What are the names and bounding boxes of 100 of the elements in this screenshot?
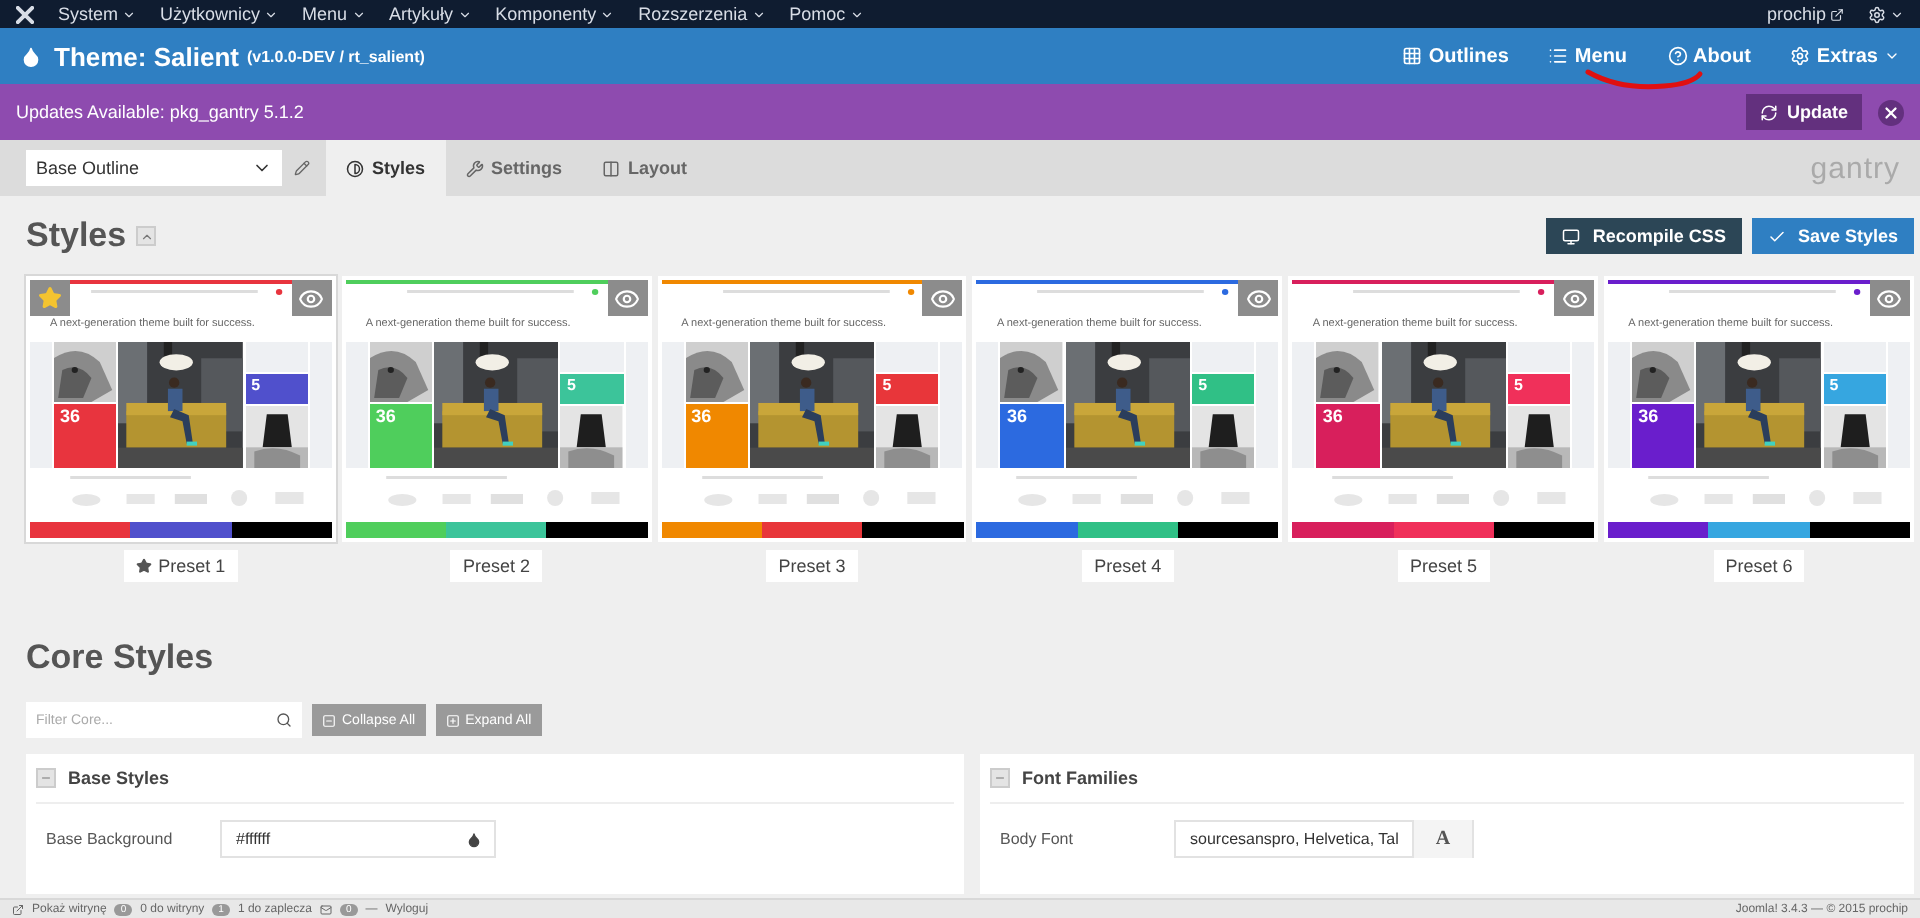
top-menu-item[interactable]: Pomoc bbox=[789, 4, 864, 24]
update-button[interactable]: Update bbox=[1746, 94, 1862, 130]
font-picker-button[interactable]: A bbox=[1412, 820, 1472, 858]
tab[interactable]: Layout bbox=[582, 140, 708, 196]
pencil-icon[interactable] bbox=[294, 160, 310, 176]
external-link-icon bbox=[1830, 7, 1844, 21]
update-message: Updates Available: pkg_gantry 5.1.2 bbox=[16, 102, 304, 122]
droplet-icon bbox=[466, 831, 482, 847]
stat-tile: 36 bbox=[1632, 404, 1695, 468]
collapse-button[interactable] bbox=[136, 226, 157, 246]
preset-button[interactable]: Preset 4 bbox=[1082, 550, 1174, 582]
collapse-button[interactable] bbox=[36, 768, 56, 788]
stat-tile: 5 bbox=[1192, 374, 1255, 404]
caret-icon bbox=[600, 7, 615, 21]
stat-tile: 36 bbox=[1316, 404, 1380, 468]
refresh-icon bbox=[1760, 103, 1779, 121]
outline-select[interactable]: Base Outline bbox=[26, 150, 282, 186]
stat-tile: 36 bbox=[685, 404, 748, 468]
settings-icon bbox=[1868, 5, 1886, 23]
help-icon bbox=[1667, 46, 1688, 66]
stat-tile: 5 bbox=[560, 374, 624, 404]
user-link[interactable]: prochip bbox=[1766, 4, 1844, 24]
preset-button[interactable]: Preset 3 bbox=[766, 550, 858, 582]
collapse-button[interactable] bbox=[990, 768, 1010, 788]
section-title: Styles bbox=[26, 216, 127, 256]
stat-tile: 5 bbox=[1823, 374, 1886, 404]
caret-icon bbox=[264, 7, 279, 21]
tab[interactable]: Settings bbox=[445, 140, 583, 196]
stat-tile: 5 bbox=[245, 374, 308, 404]
top-menu-item[interactable]: Menu bbox=[302, 4, 366, 24]
settings-icon bbox=[1790, 46, 1811, 66]
preview-eye-icon[interactable] bbox=[607, 280, 648, 316]
top-menu-item[interactable]: Komponenty bbox=[495, 4, 615, 24]
check-icon bbox=[1767, 227, 1786, 245]
stat-tile: 36 bbox=[54, 404, 117, 468]
monitor-icon bbox=[1562, 227, 1581, 245]
minus-icon bbox=[994, 772, 1006, 784]
font-field[interactable]: sourcesanspro, Helvetica, Tal A bbox=[1174, 820, 1474, 858]
droplet-icon bbox=[20, 45, 42, 67]
field-label: Body Font bbox=[1000, 830, 1075, 848]
search-icon bbox=[276, 712, 292, 728]
wrench-icon bbox=[465, 159, 484, 177]
tile-grid bbox=[30, 342, 52, 468]
external-link-icon bbox=[12, 903, 24, 915]
tile-grid bbox=[1292, 342, 1315, 468]
preset-button[interactable]: Preset 1 bbox=[124, 550, 238, 582]
close-icon bbox=[1882, 103, 1900, 121]
color-field[interactable]: #ffffff bbox=[220, 820, 496, 858]
preview-eye-icon[interactable] bbox=[1554, 280, 1595, 316]
panel-title: Font Families bbox=[1022, 768, 1139, 788]
tab[interactable]: Styles bbox=[326, 140, 446, 196]
caret-icon bbox=[849, 7, 864, 21]
top-menu-item[interactable]: System bbox=[58, 4, 137, 24]
panel-title: Base Styles bbox=[68, 768, 170, 788]
settings-menu-button[interactable] bbox=[1868, 5, 1904, 23]
stat-tile: 36 bbox=[1000, 404, 1064, 468]
stat-tile: 5 bbox=[876, 374, 939, 404]
minus-icon bbox=[40, 772, 52, 784]
preview-eye-icon[interactable] bbox=[922, 280, 963, 316]
grid-icon bbox=[1402, 46, 1423, 66]
action-button[interactable]: Recompile CSS bbox=[1546, 218, 1742, 254]
joomla-logo-icon[interactable] bbox=[16, 5, 34, 23]
tile-grid bbox=[661, 342, 684, 468]
header-nav-link[interactable]: About bbox=[1667, 45, 1751, 67]
tile-grid bbox=[345, 342, 368, 468]
plus-square-icon bbox=[445, 713, 460, 727]
caret-icon bbox=[1884, 48, 1900, 64]
caret-icon bbox=[751, 7, 766, 21]
annotation-mark bbox=[1584, 66, 1708, 94]
tile-grid bbox=[1608, 342, 1631, 468]
header-nav-link[interactable]: Menu bbox=[1548, 45, 1628, 67]
field-label: Base Background bbox=[46, 830, 175, 848]
top-menu-item[interactable]: Artykuły bbox=[389, 4, 472, 24]
top-menu-item[interactable]: Użytkownicy bbox=[160, 4, 279, 24]
stat-tile: 36 bbox=[369, 404, 433, 468]
preset-button[interactable]: Preset 5 bbox=[1397, 550, 1489, 582]
chevron-icon bbox=[139, 229, 154, 243]
tile-grid bbox=[976, 342, 999, 468]
preview-eye-icon[interactable] bbox=[1238, 280, 1279, 316]
caret-icon bbox=[351, 7, 366, 21]
theme-version: (v1.0.0-DEV / rt_salient) bbox=[246, 47, 425, 65]
header-nav-link[interactable]: Outlines bbox=[1402, 45, 1509, 67]
preview-eye-icon[interactable] bbox=[291, 280, 332, 316]
preset-button[interactable]: Preset 6 bbox=[1713, 550, 1805, 582]
star-icon bbox=[136, 558, 153, 574]
close-button[interactable] bbox=[1878, 99, 1904, 125]
caret-icon bbox=[122, 7, 137, 21]
top-menu-item[interactable]: Rozszerzenia bbox=[638, 4, 766, 24]
stat-tile: 5 bbox=[1507, 374, 1571, 404]
preview-eye-icon[interactable] bbox=[1869, 280, 1910, 316]
list-icon bbox=[1548, 46, 1569, 66]
layout-icon bbox=[602, 159, 621, 177]
caret-icon bbox=[457, 7, 472, 21]
mail-icon bbox=[319, 903, 332, 915]
action-button[interactable]: Save Styles bbox=[1751, 218, 1914, 254]
header-nav-link[interactable]: Extras bbox=[1790, 45, 1900, 67]
page-title: Theme: Salient bbox=[54, 41, 239, 71]
caret-icon bbox=[1890, 7, 1904, 21]
preset-button[interactable]: Preset 2 bbox=[450, 550, 542, 582]
section-title: Core Styles bbox=[26, 638, 214, 678]
